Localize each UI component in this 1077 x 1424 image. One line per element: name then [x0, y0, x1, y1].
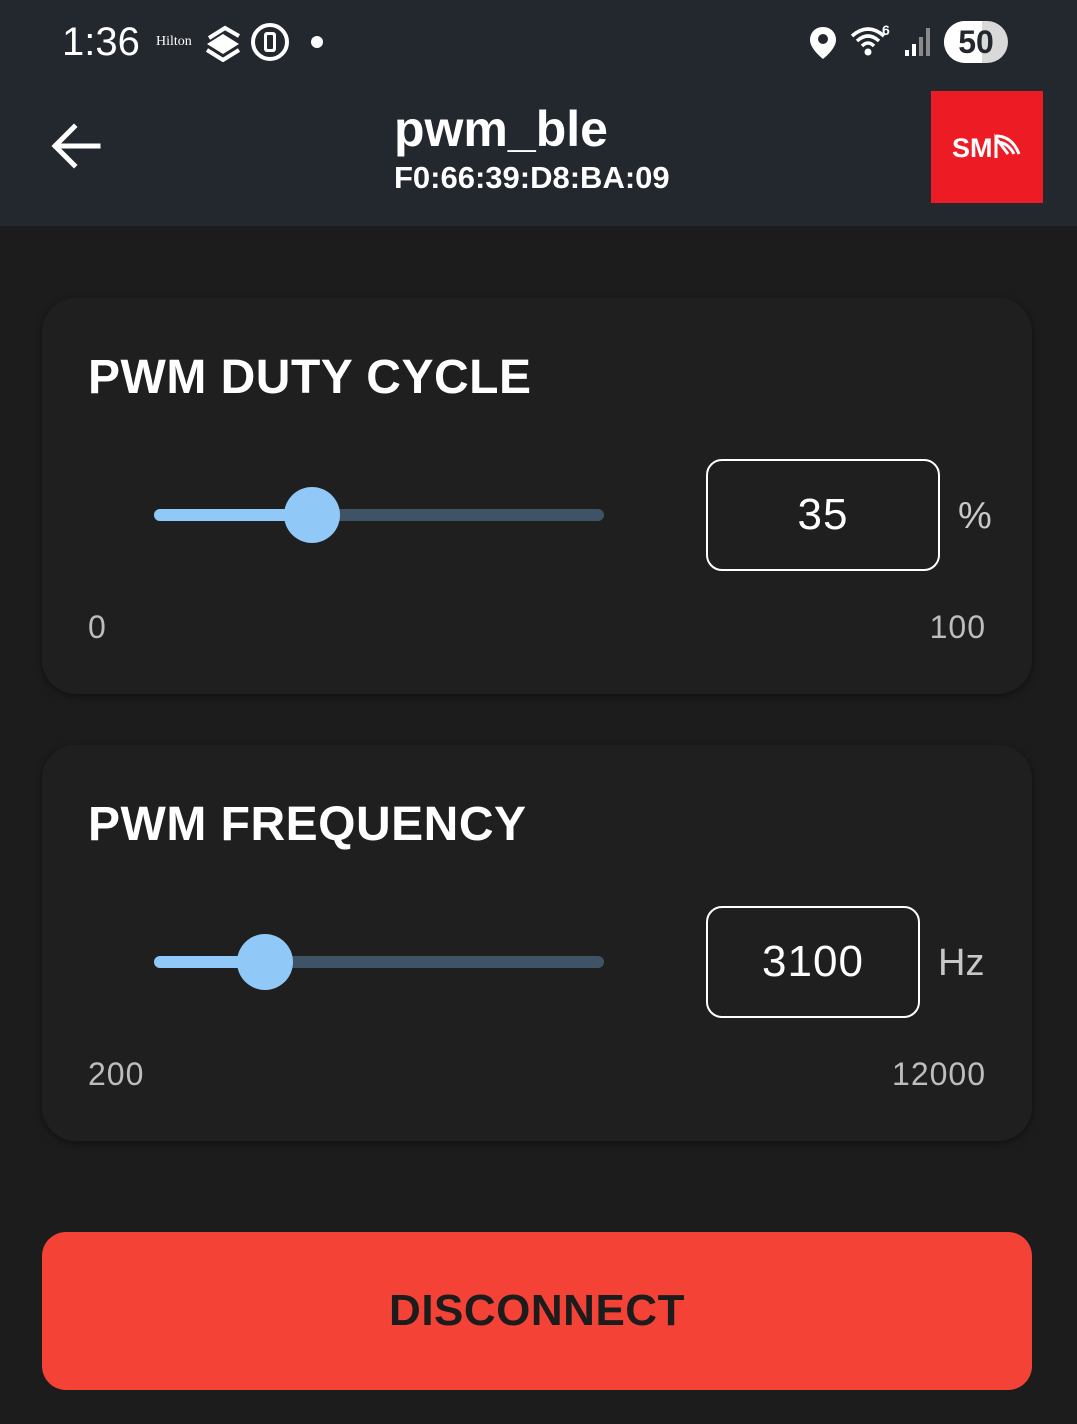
- stack-icon: [205, 25, 241, 62]
- device-name: pwm_ble: [394, 101, 608, 157]
- duty-cycle-input[interactable]: 35: [706, 459, 940, 571]
- svg-text:6: 6: [882, 22, 890, 38]
- frequency-min: 200: [88, 1056, 145, 1092]
- duty-cycle-unit: %: [958, 495, 992, 537]
- app-bar: pwm_ble F0:66:39:D8:BA:09 SM: [0, 88, 1077, 226]
- frequency-title: PWM FREQUENCY: [88, 798, 527, 851]
- signal-icon: [905, 28, 930, 56]
- duty-cycle-max: 100: [929, 609, 986, 645]
- battery-level: 50: [958, 24, 994, 60]
- duty-cycle-min: 0: [88, 609, 107, 645]
- duty-cycle-title: PWM DUTY CYCLE: [88, 351, 532, 404]
- hilton-label: Hilton: [156, 34, 192, 49]
- device-address: F0:66:39:D8:BA:09: [394, 160, 670, 195]
- frequency-max: 12000: [892, 1056, 986, 1092]
- brand-logo: SM: [931, 91, 1043, 203]
- watch-icon: [251, 23, 289, 61]
- sm-logo-icon: SM: [952, 133, 1021, 162]
- battery-icon: 50: [944, 21, 1008, 63]
- wifi-6-icon: 6: [850, 22, 890, 56]
- arrow-back-icon[interactable]: [46, 116, 106, 176]
- duty-cycle-slider[interactable]: [154, 485, 604, 545]
- location-icon: [810, 27, 836, 59]
- status-time: 1:36: [62, 20, 140, 64]
- frequency-input[interactable]: 3100: [706, 906, 920, 1018]
- frequency-unit: Hz: [938, 942, 985, 984]
- dot-icon: [311, 36, 323, 48]
- frequency-slider[interactable]: [154, 932, 604, 992]
- status-bar: 1:36 Hilton 6 50: [0, 0, 1077, 88]
- slider-thumb[interactable]: [237, 934, 293, 990]
- frequency-card: PWM FREQUENCY 3100 Hz 200 12000: [42, 745, 1032, 1141]
- slider-thumb[interactable]: [284, 487, 340, 543]
- disconnect-button[interactable]: DISCONNECT: [42, 1232, 1032, 1390]
- logo-text: SM: [952, 133, 993, 162]
- duty-cycle-card: PWM DUTY CYCLE 35 % 0 100: [42, 298, 1032, 694]
